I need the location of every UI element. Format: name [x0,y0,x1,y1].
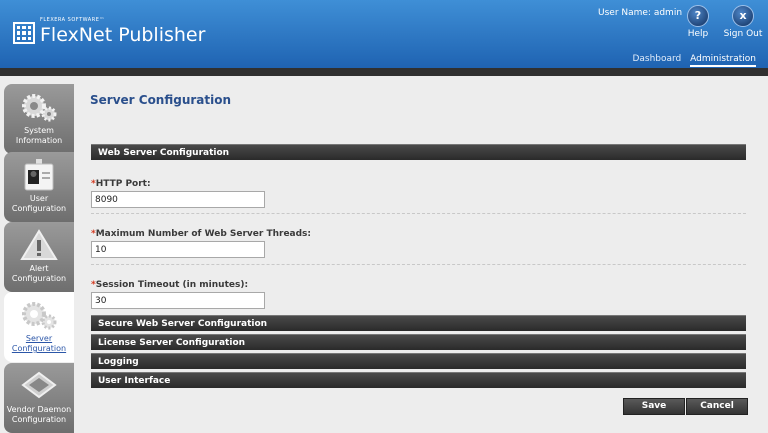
logo-grid-icon [13,22,35,44]
sign-out-label: Sign Out [723,29,763,39]
http-port-label-text: HTTP Port: [95,179,151,189]
http-port-label: *HTTP Port: [91,179,151,189]
sidebar-label: Information [15,136,63,145]
timeout-label-text: Session Timeout (in minutes): [95,280,249,290]
timeout-input[interactable]: 30 [91,292,265,309]
sidebar-label: Vendor Daemon [6,405,72,414]
user-name: User Name: admin [598,8,683,18]
page-title: Server Configuration [90,93,232,107]
question-icon: ? [687,5,709,27]
sidebar: System Information User Configuration Al… [0,76,76,433]
sign-out-button[interactable]: x Sign Out [720,5,766,39]
threads-input[interactable]: 10 [91,241,265,258]
top-nav: Dashboard Administration [626,54,756,67]
sidebar-label: Alert [29,264,49,273]
sidebar-item-user-configuration[interactable]: User Configuration [4,152,74,222]
help-button[interactable]: ? Help [678,5,718,39]
nav-dashboard[interactable]: Dashboard [632,54,681,64]
timeout-label: *Session Timeout (in minutes): [91,280,248,290]
app-header: FLEXERA SOFTWARE™ FlexNet Publisher User… [0,0,768,68]
http-port-input[interactable]: 8090 [91,191,265,208]
warning-icon [20,229,58,260]
sidebar-item-vendor-daemon-configuration[interactable]: Vendor Daemon Configuration [4,363,74,433]
field-separator [91,264,746,265]
nav-administration[interactable]: Administration [690,54,756,67]
threads-label-text: Maximum Number of Web Server Threads: [95,229,312,239]
sidebar-label: System [24,126,54,135]
gears-icon [22,302,57,330]
sidebar-item-alert-configuration[interactable]: Alert Configuration [4,222,74,292]
secure-web-server-section-header[interactable]: Secure Web Server Configuration [91,315,746,331]
brand-small: FLEXERA SOFTWARE™ [40,17,105,23]
sidebar-label: Configuration [11,204,67,213]
field-separator [91,213,746,214]
sidebar-item-system-information[interactable]: System Information [4,84,74,154]
sidebar-label: User [29,194,49,203]
logging-section-header[interactable]: Logging [91,353,746,369]
user-interface-section-header[interactable]: User Interface [91,372,746,388]
device-icon [21,371,57,399]
save-button[interactable]: Save [623,398,685,415]
sidebar-label: Configuration [11,344,67,353]
license-server-section-header[interactable]: License Server Configuration [91,334,746,350]
sidebar-label: Configuration [11,274,67,283]
brand-name: FlexNet Publisher [40,24,206,46]
web-server-section-header[interactable]: Web Server Configuration [91,144,746,160]
gears-icon [22,94,57,122]
close-icon: x [732,5,754,27]
header-divider [0,68,768,76]
sidebar-label: Server [25,334,53,343]
flexnet-logo: FLEXERA SOFTWARE™ FlexNet Publisher [13,16,205,46]
sidebar-item-server-configuration[interactable]: Server Configuration [4,292,74,362]
id-badge-icon [24,159,54,191]
cancel-button[interactable]: Cancel [686,398,748,415]
help-label: Help [687,29,709,39]
main-content: Server Configuration Web Server Configur… [76,76,768,433]
sidebar-label: Configuration [11,415,67,424]
threads-label: *Maximum Number of Web Server Threads: [91,229,311,239]
